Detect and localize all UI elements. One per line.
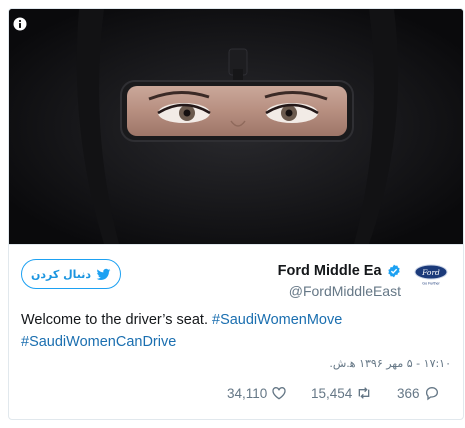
- reply-action[interactable]: 366: [397, 385, 440, 401]
- info-icon[interactable]: [13, 17, 27, 31]
- hashtag-link[interactable]: #SaudiWomenMove: [212, 312, 342, 328]
- hashtag-link[interactable]: #SaudiWomenCanDrive: [21, 334, 176, 350]
- tweet-timestamp[interactable]: ۱۷:۱۰ - ۵ مهر ۱۳۹۶ ه‍.ش.: [329, 357, 451, 370]
- tweet-actions: 34,110 15,454 366: [9, 385, 463, 407]
- retweet-action[interactable]: 15,454: [311, 385, 372, 401]
- follow-label: دنبال کردن: [30, 267, 92, 281]
- svg-text:Ford: Ford: [421, 268, 440, 277]
- tweet-text: Welcome to the driver’s seat. #SaudiWome…: [21, 309, 381, 353]
- retweet-icon: [358, 387, 370, 399]
- like-action[interactable]: 34,110: [227, 385, 287, 401]
- tweet-media[interactable]: [9, 9, 463, 244]
- follow-button[interactable]: دنبال کردن: [21, 259, 121, 289]
- reply-bubble-icon: [425, 387, 438, 401]
- author-block[interactable]: Ford Middle Ea @FordMiddleEast: [278, 262, 401, 299]
- reply-count: 366: [397, 385, 420, 401]
- tweet-text-plain: Welcome to the driver’s seat.: [21, 312, 212, 328]
- twitter-bird-icon: [96, 268, 111, 280]
- avatar[interactable]: Ford Go Further: [411, 259, 451, 291]
- author-handle[interactable]: @FordMiddleEast: [278, 283, 401, 299]
- tweet-header: دنبال کردن Ford Middle Ea @FordMiddleEas…: [9, 244, 463, 304]
- svg-text:Go Further: Go Further: [422, 282, 440, 286]
- retweet-count: 15,454: [311, 385, 353, 401]
- display-name[interactable]: Ford Middle Ea: [278, 263, 382, 279]
- verified-badge-icon: [388, 264, 400, 278]
- heart-icon: [272, 387, 286, 400]
- like-count: 34,110: [227, 385, 268, 401]
- ford-logo-icon: Ford Go Further: [414, 264, 448, 286]
- media-photo: [9, 9, 463, 244]
- tweet-embed-card: دنبال کردن Ford Middle Ea @FordMiddleEas…: [8, 8, 464, 420]
